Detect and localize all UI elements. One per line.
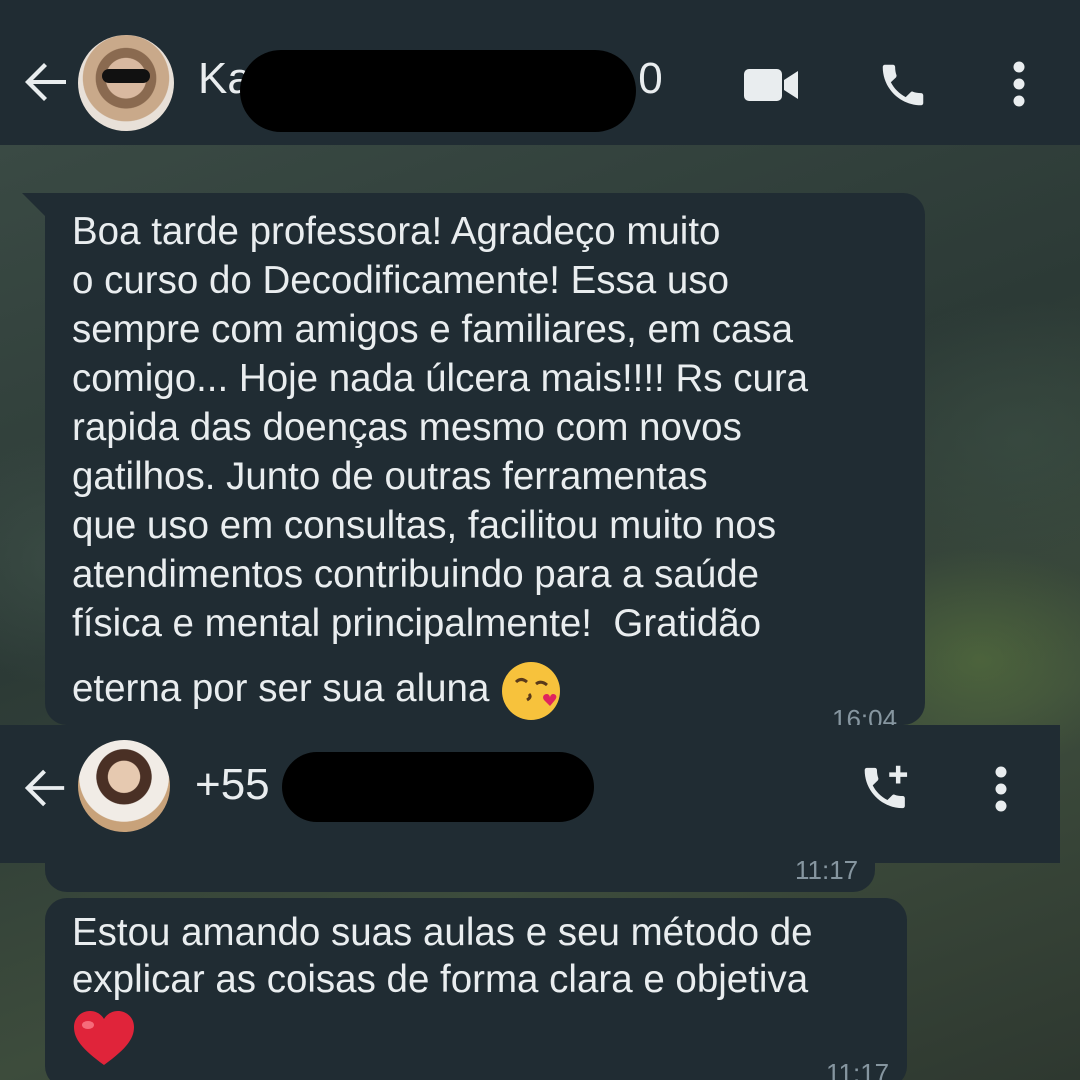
chat-header: Ka .0 bbox=[0, 0, 1080, 145]
add-call-icon[interactable] bbox=[858, 761, 916, 815]
message-timestamp: 11:17 bbox=[826, 1058, 890, 1080]
message-text: Boa tarde professora! Agradeço muito o cu… bbox=[72, 207, 808, 722]
kissing-face-emoji bbox=[502, 662, 561, 720]
redaction-bar bbox=[240, 50, 636, 132]
back-arrow-icon[interactable] bbox=[22, 58, 70, 106]
contact-name[interactable]: +55 bbox=[195, 760, 270, 810]
red-heart-emoji bbox=[74, 1011, 134, 1065]
more-vert-icon[interactable] bbox=[1004, 60, 1034, 108]
contact-avatar[interactable] bbox=[78, 740, 170, 832]
more-vert-icon[interactable] bbox=[986, 765, 1016, 813]
message-text: Estou amando suas aulas e seu método de e… bbox=[72, 909, 813, 1067]
chat-header-2: +55 bbox=[0, 725, 1060, 863]
message-bubble-partial[interactable] bbox=[45, 845, 875, 892]
message-timestamp: 11:17 bbox=[795, 855, 859, 885]
back-arrow-icon[interactable] bbox=[22, 765, 68, 811]
redaction-bar bbox=[282, 752, 594, 822]
contact-avatar[interactable] bbox=[78, 35, 174, 131]
phone-icon[interactable] bbox=[876, 58, 930, 112]
video-call-icon[interactable] bbox=[742, 66, 800, 104]
